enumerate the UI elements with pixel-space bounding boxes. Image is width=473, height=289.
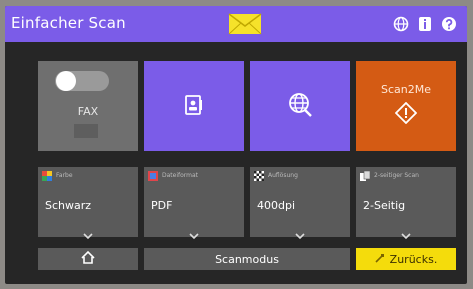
duplex-icon [360, 166, 371, 185]
file-format-setting[interactable]: Dateiformat PDF [144, 166, 244, 240]
reset-button[interactable]: Zurücks. [356, 248, 456, 270]
resolution-setting[interactable]: Auflösung 400dpi [250, 166, 350, 240]
reset-label: Zurücks. [389, 252, 438, 266]
home-button[interactable] [38, 248, 138, 270]
chevron-down-icon [400, 225, 412, 240]
chevron-down-icon [82, 225, 94, 240]
fax-indicator [74, 124, 98, 138]
resolution-icon [254, 166, 264, 185]
setting-caption: Dateiformat [162, 171, 199, 179]
globe-icon[interactable] [392, 15, 410, 33]
screen: Einfacher Scan FAX Scan2Me Farbe Schwarz… [5, 6, 467, 284]
color-setting[interactable]: Farbe Schwarz [38, 166, 138, 240]
reset-icon [375, 253, 384, 266]
start-diamond-icon [394, 101, 418, 128]
info-icon[interactable] [416, 15, 434, 33]
header-bar: Einfacher Scan [5, 6, 467, 42]
mail-icon[interactable] [228, 13, 262, 35]
setting-value: 400dpi [257, 199, 296, 212]
fax-label: FAX [77, 105, 99, 118]
home-icon [81, 250, 95, 267]
setting-value: Schwarz [45, 199, 92, 212]
file-format-icon [148, 166, 158, 185]
scan2me-label: Scan2Me [381, 83, 431, 96]
duplex-setting[interactable]: 2-seitiger Scan 2-Seitig [356, 166, 456, 240]
color-palette-icon [42, 166, 52, 185]
setting-caption: Auflösung [268, 171, 298, 179]
id-card-scan-tile[interactable] [144, 61, 244, 151]
web-scan-tile[interactable] [250, 61, 350, 151]
id-card-icon [185, 94, 203, 118]
scan-mode-button[interactable]: Scanmodus [144, 248, 350, 270]
help-icon[interactable] [440, 15, 458, 33]
chevron-down-icon [188, 225, 200, 240]
setting-value: 2-Seitig [363, 199, 406, 212]
toggle-icon[interactable] [55, 71, 109, 91]
setting-caption: 2-seitiger Scan [374, 171, 419, 179]
setting-value: PDF [151, 199, 173, 212]
chevron-down-icon [294, 225, 306, 240]
scan-mode-label: Scanmodus [215, 252, 279, 266]
page-title: Einfacher Scan [11, 14, 126, 32]
setting-caption: Farbe [56, 171, 73, 179]
globe-search-icon [287, 92, 313, 121]
